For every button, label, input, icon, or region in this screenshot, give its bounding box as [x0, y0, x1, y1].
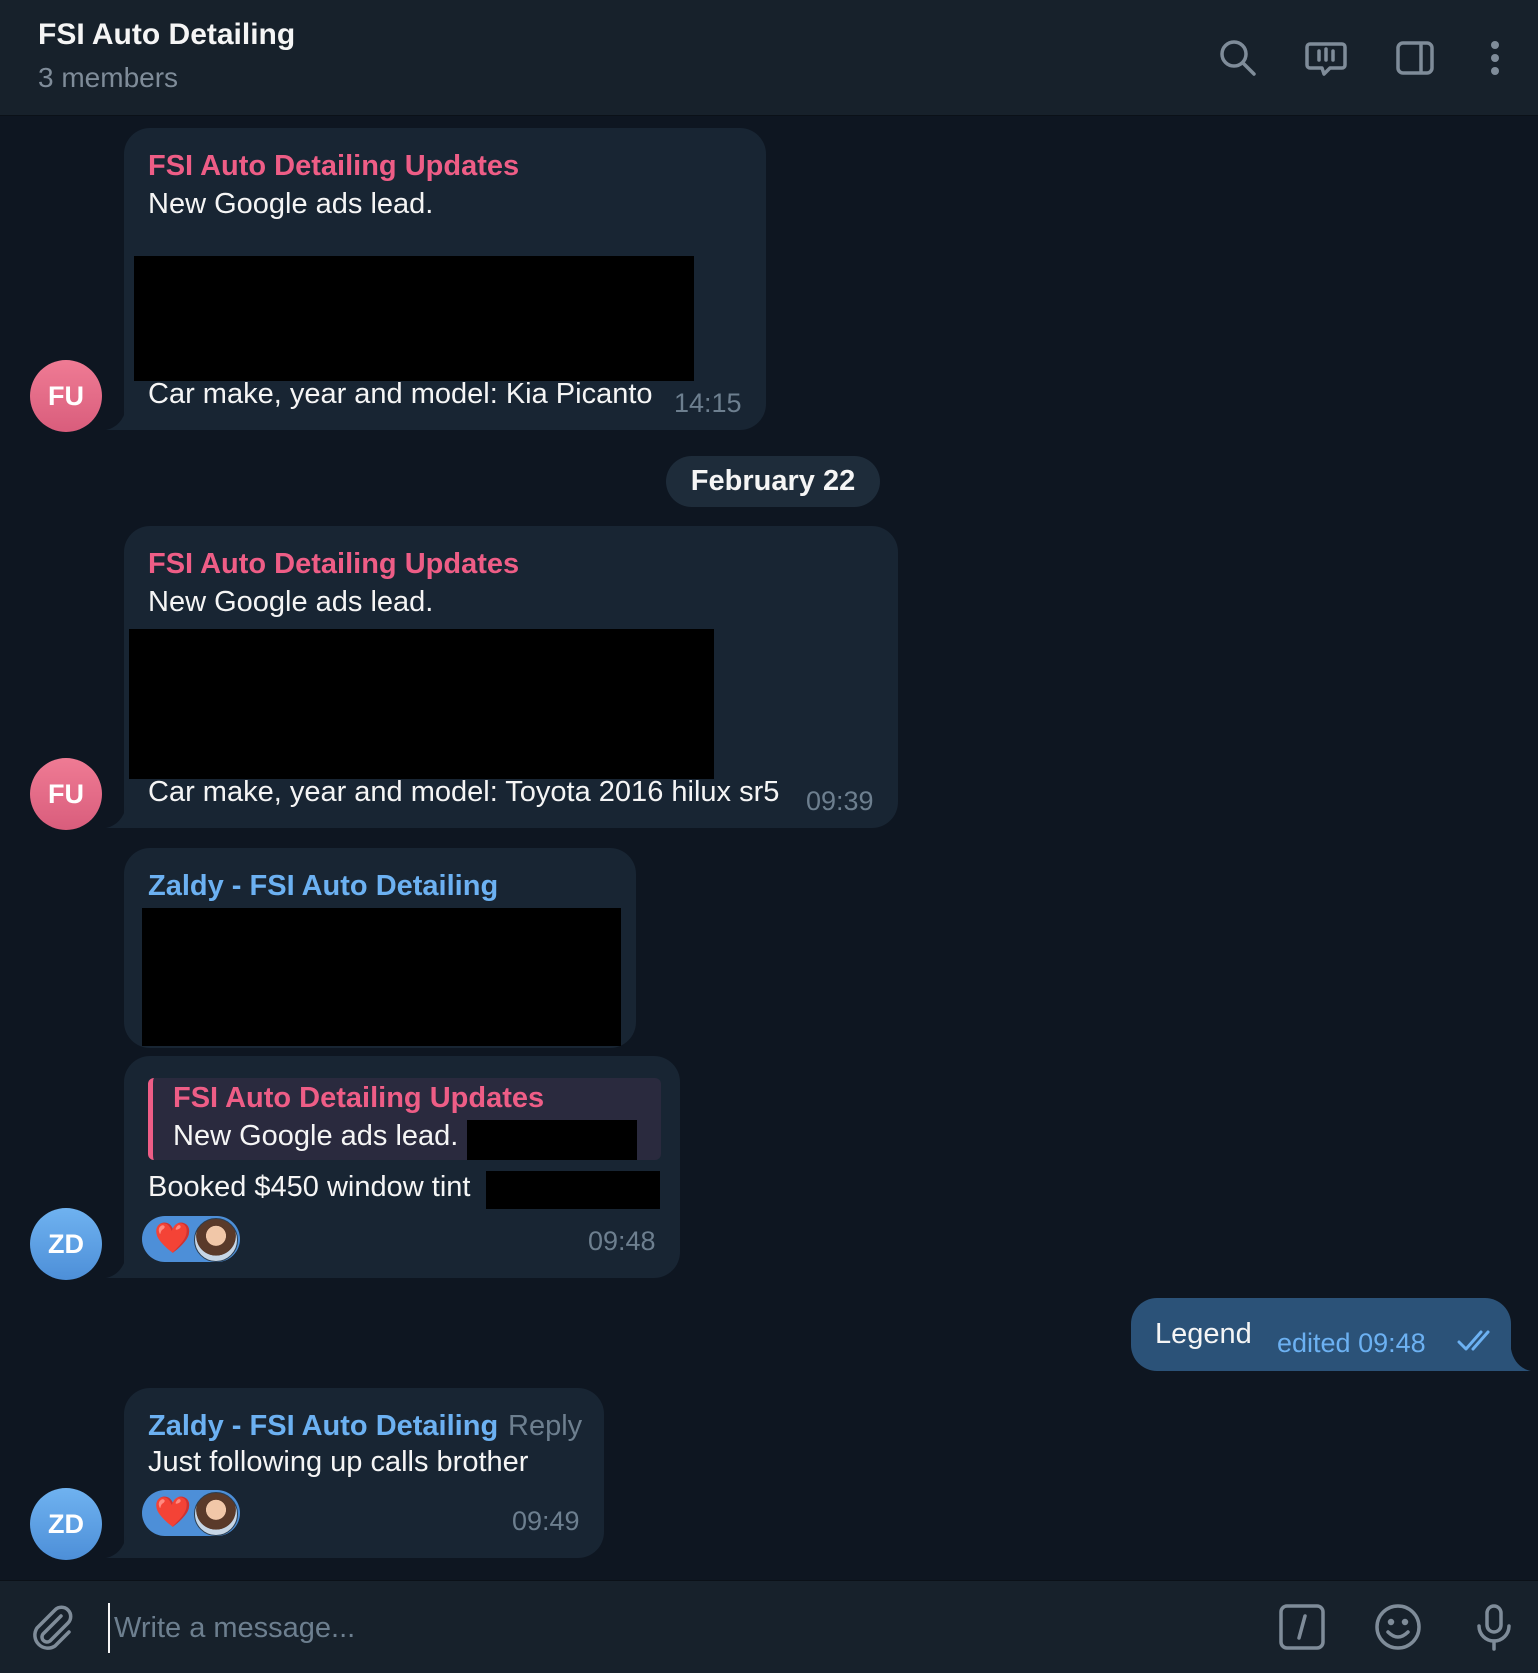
- message-bubble[interactable]: FSI Auto Detailing Updates New Google ad…: [124, 128, 766, 430]
- message-text: New Google ads lead.: [148, 188, 434, 220]
- reaction-badge[interactable]: ❤️: [142, 1490, 240, 1536]
- sidebar-toggle-icon[interactable]: [1389, 32, 1441, 84]
- heart-reaction-icon: ❤️: [154, 1222, 192, 1255]
- message-text: Car make, year and model: Kia Picanto: [148, 378, 653, 410]
- member-count[interactable]: 3 members: [38, 62, 178, 94]
- outgoing-message-bubble[interactable]: Legend edited 09:48: [1131, 1298, 1511, 1371]
- sender-name[interactable]: Zaldy - FSI Auto Detailing: [148, 1410, 498, 1443]
- avatar[interactable]: FU: [30, 360, 102, 432]
- redacted-block: [129, 629, 714, 779]
- message-bubble[interactable]: FSI Auto Detailing Updates New Google ad…: [124, 526, 898, 828]
- message-text: New Google ads lead.: [148, 586, 434, 618]
- bubble-tail: [106, 1256, 126, 1278]
- message-text: Booked $450 window tint: [148, 1171, 471, 1203]
- message-time: 09:48: [588, 1226, 656, 1256]
- message-time: 09:39: [806, 786, 874, 816]
- date-separator: February 22: [666, 456, 880, 507]
- attach-icon[interactable]: [24, 1599, 80, 1655]
- redacted-block: [134, 256, 694, 381]
- double-check-icon: [1457, 1330, 1490, 1351]
- more-vertical-icon[interactable]: [1469, 32, 1521, 84]
- avatar[interactable]: FU: [30, 758, 102, 830]
- commands-icon[interactable]: [1274, 1599, 1330, 1655]
- bubble-tail: [106, 1536, 126, 1558]
- redacted-block: [467, 1120, 637, 1160]
- message-text: Legend: [1155, 1318, 1252, 1350]
- message-list[interactable]: FU FSI Auto Detailing Updates New Google…: [0, 116, 1538, 1580]
- avatar[interactable]: ZD: [30, 1488, 102, 1560]
- media-bubble[interactable]: Zaldy - FSI Auto Detailing: [124, 848, 636, 1048]
- chat-title[interactable]: FSI Auto Detailing: [38, 18, 295, 52]
- chat-header: FSI Auto Detailing 3 members: [0, 0, 1538, 116]
- reply-button[interactable]: Reply: [508, 1410, 582, 1443]
- message-text: Just following up calls brother: [148, 1446, 529, 1478]
- reply-quote[interactable]: FSI Auto Detailing Updates New Google ad…: [148, 1078, 661, 1160]
- message-text: Car make, year and model: Toyota 2016 hi…: [148, 776, 780, 808]
- microphone-icon[interactable]: [1466, 1599, 1522, 1655]
- message-composer: [0, 1580, 1538, 1673]
- sender-name[interactable]: FSI Auto Detailing Updates: [148, 548, 519, 581]
- message-bubble[interactable]: FSI Auto Detailing Updates New Google ad…: [124, 1056, 680, 1278]
- heart-reaction-icon: ❤️: [154, 1496, 192, 1529]
- redacted-media[interactable]: [142, 908, 621, 1046]
- video-chat-icon[interactable]: [1300, 32, 1352, 84]
- bubble-tail: [1511, 1349, 1531, 1371]
- reaction-badge[interactable]: ❤️: [142, 1216, 240, 1262]
- bubble-tail: [106, 806, 126, 828]
- message-status: edited 09:48: [1277, 1328, 1426, 1358]
- search-icon[interactable]: [1212, 32, 1264, 84]
- bubble-tail: [106, 408, 126, 430]
- redacted-block: [486, 1171, 660, 1209]
- quote-text: New Google ads lead.: [173, 1120, 459, 1152]
- message-input[interactable]: [108, 1603, 1216, 1653]
- avatar[interactable]: ZD: [30, 1208, 102, 1280]
- message-time: 14:15: [674, 388, 742, 418]
- sender-name[interactable]: FSI Auto Detailing Updates: [148, 150, 519, 183]
- message-bubble[interactable]: Zaldy - FSI Auto Detailing Reply Just fo…: [124, 1388, 604, 1558]
- sender-name[interactable]: Zaldy - FSI Auto Detailing: [148, 870, 498, 903]
- reactor-avatar: [194, 1492, 238, 1536]
- message-time: 09:49: [512, 1506, 580, 1536]
- emoji-icon[interactable]: [1370, 1599, 1426, 1655]
- quote-sender: FSI Auto Detailing Updates: [173, 1082, 545, 1114]
- reactor-avatar: [194, 1218, 238, 1262]
